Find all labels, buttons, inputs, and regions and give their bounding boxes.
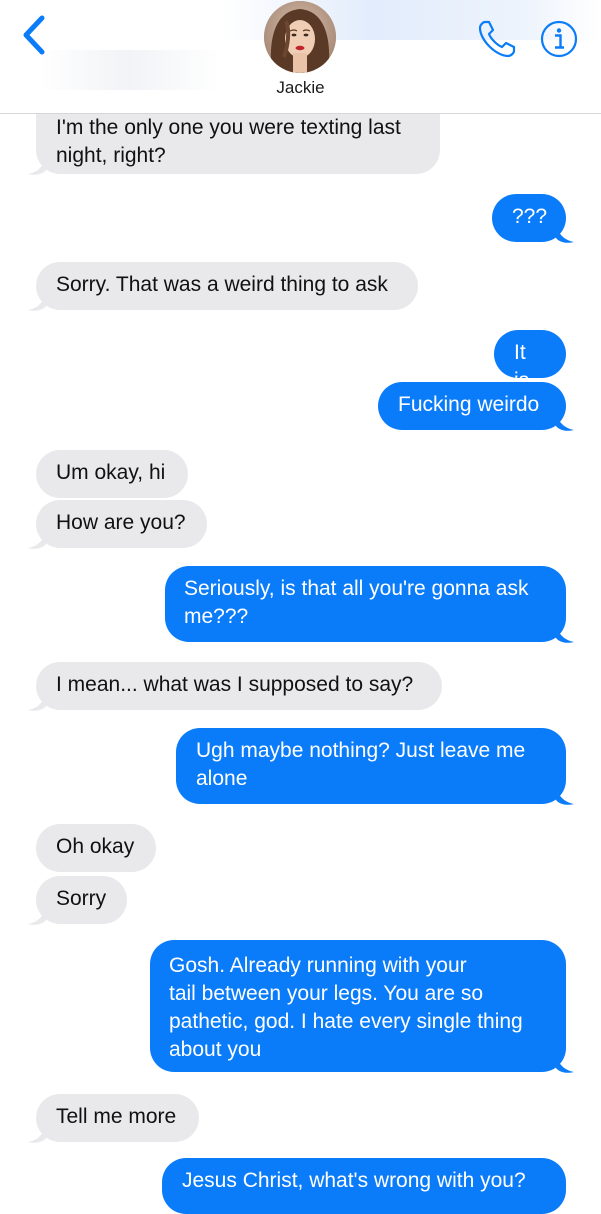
message-text: Gosh. Already running with your tail bet…: [169, 954, 523, 1061]
message-incoming[interactable]: Um okay, hi: [36, 450, 188, 498]
message-thread[interactable]: I'm the only one you were texting last n…: [0, 0, 601, 1214]
message-text: Oh okay: [56, 835, 135, 858]
message-outgoing[interactable]: Ugh maybe nothing? Just leave me alone: [176, 728, 566, 804]
phone-icon: [478, 20, 516, 58]
message-outgoing[interactable]: ???: [492, 194, 566, 242]
message-incoming[interactable]: I mean... what was I supposed to say?: [36, 662, 442, 710]
header-blur: [40, 50, 220, 90]
info-button[interactable]: [538, 18, 580, 60]
message-text: ???: [512, 205, 548, 228]
bubble-tail: [28, 156, 46, 175]
contact-avatar[interactable]: [264, 1, 336, 73]
conversation-header: Jackie: [0, 0, 601, 114]
bubble-tail: [556, 224, 574, 243]
avatar-photo: [264, 1, 336, 73]
message-incoming[interactable]: Sorry. That was a weird thing to ask: [36, 262, 418, 310]
bubble-tail: [556, 786, 574, 805]
bubble-tail: [556, 412, 574, 431]
info-icon: [540, 20, 578, 58]
message-text: Fucking weirdo: [398, 393, 540, 416]
message-text: Um okay, hi: [56, 461, 166, 484]
message-text: Seriously, is that all you're gonna ask …: [184, 577, 529, 628]
bubble-tail: [28, 1124, 46, 1143]
call-button[interactable]: [474, 16, 520, 62]
message-outgoing[interactable]: Seriously, is that all you're gonna ask …: [165, 566, 566, 642]
back-button[interactable]: [16, 14, 56, 58]
message-outgoing[interactable]: Jesus Christ, what's wrong with you?: [162, 1158, 566, 1214]
message-incoming[interactable]: How are you?: [36, 500, 207, 548]
message-text: Sorry. That was a weird thing to ask: [56, 273, 388, 296]
message-text: Jesus Christ, what's wrong with you?: [182, 1169, 526, 1192]
message-text: Sorry: [56, 887, 107, 910]
message-outgoing[interactable]: Fucking weirdo: [378, 382, 566, 430]
contact-name[interactable]: Jackie: [200, 78, 401, 98]
message-text: How are you?: [56, 511, 186, 534]
bubble-tail: [28, 292, 46, 311]
message-incoming[interactable]: Oh okay: [36, 824, 156, 872]
bubble-tail: [28, 530, 46, 549]
bubble-tail: [28, 906, 46, 925]
bubble-tail: [556, 624, 574, 643]
message-incoming[interactable]: Tell me more: [36, 1094, 199, 1142]
message-incoming[interactable]: Sorry: [36, 876, 127, 924]
message-text: Tell me more: [56, 1105, 177, 1128]
message-text: Ugh maybe nothing? Just leave me alone: [196, 739, 526, 790]
bubble-tail: [28, 692, 46, 711]
message-text: I'm the only one you were texting last n…: [56, 116, 401, 167]
message-text: I mean... what was I supposed to say?: [56, 673, 414, 696]
bubble-tail: [556, 1054, 574, 1073]
message-outgoing[interactable]: It is: [494, 330, 566, 392]
message-outgoing[interactable]: Gosh. Already running with your tail bet…: [150, 940, 566, 1072]
chevron-left-icon: [23, 15, 45, 55]
